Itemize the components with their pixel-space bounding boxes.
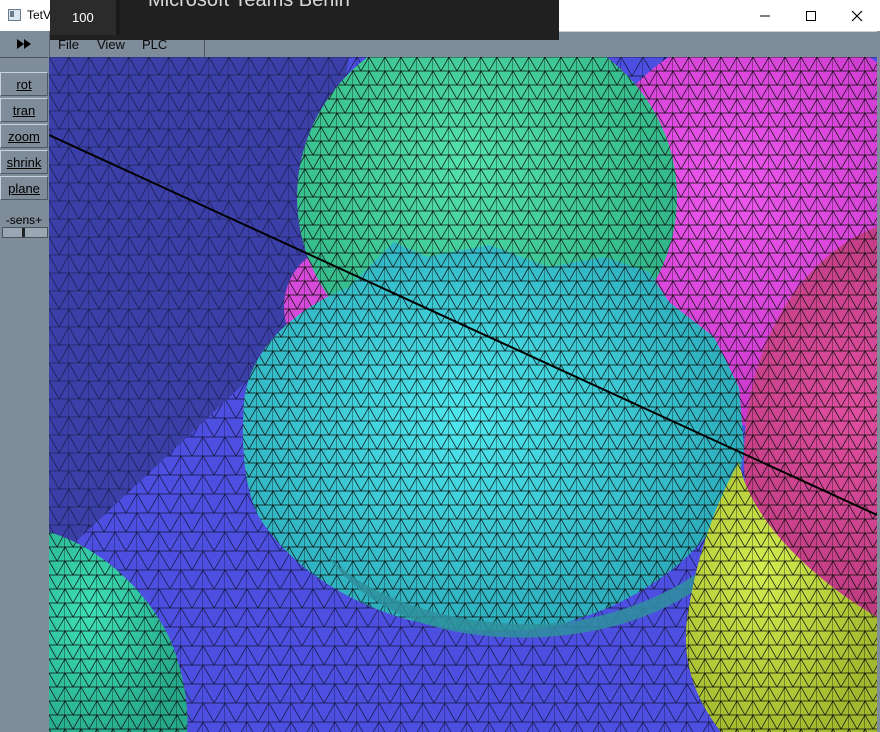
overlay-title: Microsoft Teams Berlin [148, 0, 350, 11]
maximize-button[interactable] [788, 0, 834, 31]
participant-count: 100 [72, 10, 94, 25]
plane-button[interactable]: plane [0, 176, 48, 200]
tran-button[interactable]: tran [0, 98, 48, 122]
close-button[interactable] [834, 0, 880, 31]
close-icon [851, 10, 863, 21]
teams-notification-overlay: 100 Microsoft Teams Berlin [50, 0, 559, 40]
sensitivity-slider[interactable] [2, 227, 48, 238]
minimize-button[interactable] [742, 0, 788, 31]
sensitivity-label: -sens+ [5, 213, 43, 227]
maximize-icon [806, 10, 816, 21]
play-button[interactable] [0, 31, 48, 58]
sensitivity-slider-thumb[interactable] [22, 228, 25, 237]
rot-button[interactable]: rot [0, 72, 48, 96]
side-toolbar: rot tran zoom shrink plane -sens+ [0, 31, 50, 732]
3d-viewport[interactable] [49, 57, 877, 732]
minimize-icon [760, 15, 770, 16]
shrink-button[interactable]: shrink [0, 150, 48, 174]
zoom-button[interactable]: zoom [0, 124, 48, 148]
app-icon [8, 9, 21, 21]
participant-count-box: 100 [50, 0, 120, 35]
fast-forward-icon [17, 39, 31, 49]
